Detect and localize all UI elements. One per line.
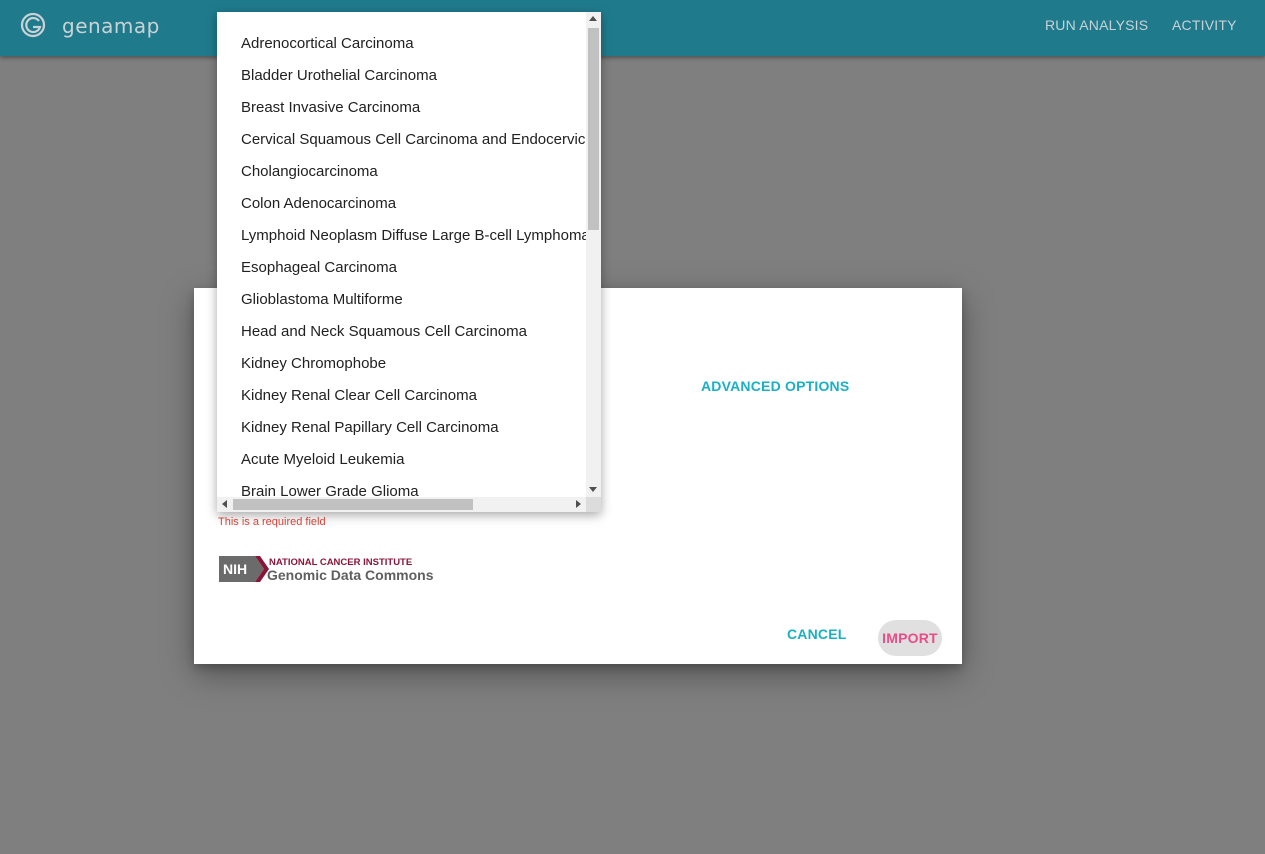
nih-gdc-logo: NIH NATIONAL CANCER INSTITUTE Genomic Da…	[219, 556, 434, 583]
dropdown-option[interactable]: Kidney Renal Papillary Cell Carcinoma	[241, 412, 499, 444]
app-bar: genamap RUN ANALYSIS ACTIVITY	[0, 0, 1265, 56]
dropdown-option[interactable]: Colon Adenocarcinoma	[241, 188, 396, 220]
cancel-button[interactable]: CANCEL	[787, 626, 847, 642]
dropdown-option[interactable]: Breast Invasive Carcinoma	[241, 92, 420, 124]
vertical-scroll-thumb[interactable]	[588, 28, 599, 230]
horizontal-scroll-thumb[interactable]	[233, 499, 473, 510]
nih-badge: NIH	[223, 561, 247, 577]
import-button[interactable]: IMPORT	[878, 620, 942, 656]
dropdown-option[interactable]: Kidney Renal Clear Cell Carcinoma	[241, 380, 477, 412]
dropdown-option[interactable]: Cholangiocarcinoma	[241, 156, 378, 188]
genamap-g-logo-icon[interactable]	[20, 12, 46, 38]
activity-button[interactable]: ACTIVITY	[1172, 17, 1237, 33]
dropdown-option[interactable]: Adrenocortical Carcinoma	[241, 28, 414, 60]
dropdown-option[interactable]: Glioblastoma Multiforme	[241, 284, 403, 316]
required-field-error: This is a required field	[218, 516, 326, 528]
app-name[interactable]: genamap	[62, 14, 160, 38]
gdc-label: Genomic Data Commons	[267, 567, 434, 583]
scroll-down-arrow-icon[interactable]	[589, 487, 597, 492]
dropdown-option[interactable]: Bladder Urothelial Carcinoma	[241, 60, 437, 92]
run-analysis-button[interactable]: RUN ANALYSIS	[1045, 17, 1148, 33]
vertical-scrollbar[interactable]	[586, 12, 601, 497]
dropdown-option[interactable]: Brain Lower Grade Glioma	[241, 476, 419, 497]
dropdown-list: Adrenocortical Carcinoma Bladder Urothel…	[217, 12, 586, 497]
scroll-left-arrow-icon[interactable]	[222, 500, 227, 508]
import-button-label: IMPORT	[882, 630, 938, 646]
dropdown-option[interactable]: Lymphoid Neoplasm Diffuse Large B-cell L…	[241, 220, 586, 252]
horizontal-scrollbar[interactable]	[217, 497, 586, 512]
dropdown-option[interactable]: Kidney Chromophobe	[241, 348, 386, 380]
dropdown-option[interactable]: Head and Neck Squamous Cell Carcinoma	[241, 316, 527, 348]
dropdown-option[interactable]: Esophageal Carcinoma	[241, 252, 397, 284]
dropdown-option[interactable]: Acute Myeloid Leukemia	[241, 444, 404, 476]
advanced-options-button[interactable]: ADVANCED OPTIONS	[701, 378, 849, 394]
scroll-up-arrow-icon[interactable]	[589, 16, 597, 21]
scroll-right-arrow-icon[interactable]	[576, 500, 581, 508]
dropdown-option[interactable]: Cervical Squamous Cell Carcinoma and End…	[241, 124, 586, 156]
scrollbar-corner	[586, 497, 601, 512]
project-dropdown-menu[interactable]: Adrenocortical Carcinoma Bladder Urothel…	[217, 12, 601, 512]
